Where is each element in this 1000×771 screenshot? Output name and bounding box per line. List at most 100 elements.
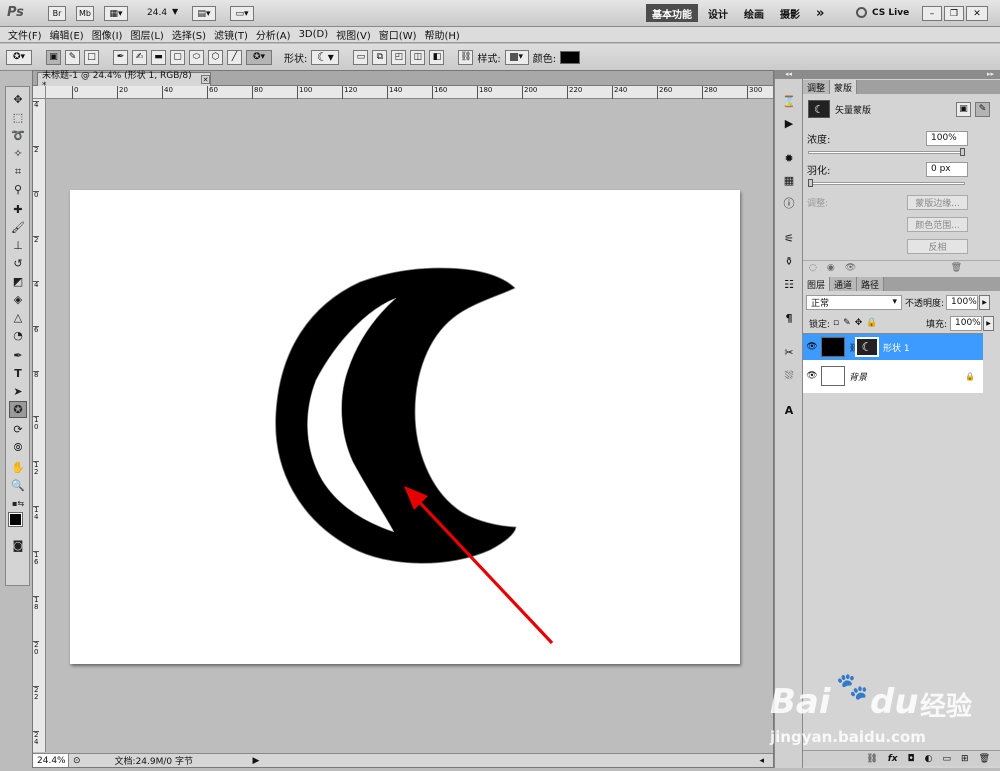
- brush-tool-icon[interactable]: 🖌: [9, 219, 27, 236]
- adjustment-layer-icon[interactable]: ◐: [925, 754, 933, 764]
- feather-slider[interactable]: [808, 182, 965, 185]
- pixel-mask-button[interactable]: ▣: [956, 101, 971, 117]
- marquee-tool-icon[interactable]: ⬚: [9, 109, 27, 126]
- color-swatch[interactable]: [560, 50, 581, 64]
- menu-help[interactable]: 帮助(H): [421, 27, 464, 42]
- menu-file[interactable]: 文件(F): [0, 27, 46, 42]
- minimize-button[interactable]: –: [922, 6, 942, 21]
- layer-style-icon[interactable]: fx: [888, 754, 898, 764]
- restore-button[interactable]: ❐: [944, 6, 964, 21]
- clone-stamp-tool-icon[interactable]: ⊥: [9, 237, 27, 254]
- subtract-shape-area-icon[interactable]: ◰: [391, 49, 407, 65]
- history-brush-tool-icon[interactable]: ↺: [9, 255, 27, 272]
- canvas-area[interactable]: [47, 100, 773, 752]
- blend-mode-select[interactable]: 正常 ▾: [806, 294, 902, 310]
- create-new-shape-layer-icon[interactable]: ▭: [353, 49, 369, 65]
- 3d-rotate-tool-icon[interactable]: ⟳: [9, 421, 27, 438]
- 3d-orbit-tool-icon[interactable]: ⦾: [9, 439, 27, 456]
- fill-pixels-mode-button[interactable]: □: [84, 49, 99, 65]
- eyedropper-tool-icon[interactable]: ⚲: [9, 181, 27, 198]
- tab-paths[interactable]: 路径: [857, 277, 885, 291]
- paths-mode-button[interactable]: ✎: [65, 49, 80, 65]
- quick-mask-icon[interactable]: ◙: [9, 537, 27, 554]
- add-mask-icon[interactable]: ◘: [908, 754, 915, 764]
- delete-layer-icon[interactable]: 🗑: [979, 754, 990, 764]
- new-layer-icon[interactable]: ⊞: [961, 754, 969, 764]
- character-panel-icon[interactable]: A: [780, 402, 798, 419]
- histogram-panel-icon[interactable]: ▦: [780, 172, 798, 189]
- fill-input[interactable]: 100%: [950, 315, 982, 331]
- pen-tool-icon-2[interactable]: ✒: [9, 347, 27, 364]
- info-panel-icon[interactable]: ⓘ: [780, 194, 798, 211]
- menu-filter[interactable]: 滤镜(T): [210, 27, 252, 42]
- apply-mask-icon[interactable]: ◉: [827, 263, 835, 273]
- menu-view[interactable]: 视图(V): [332, 27, 375, 42]
- hand-tool-icon[interactable]: ✋: [9, 459, 27, 476]
- document-canvas[interactable]: [70, 190, 740, 664]
- delete-mask-icon[interactable]: 🗑: [951, 263, 962, 273]
- background-thumb[interactable]: [821, 366, 845, 386]
- status-options-icon[interactable]: ⊙: [73, 756, 81, 766]
- paint-bucket-tool-icon[interactable]: ◈: [9, 291, 27, 308]
- blur-tool-icon[interactable]: △: [9, 309, 27, 326]
- move-tool-icon[interactable]: ✥: [9, 91, 27, 108]
- fill-arrow-icon[interactable]: ▶: [983, 315, 994, 331]
- vector-mask-button[interactable]: ✎: [975, 101, 990, 117]
- style-picker[interactable]: ▾: [504, 49, 529, 65]
- dodge-tool-icon[interactable]: ◔: [9, 327, 27, 344]
- menu-image[interactable]: 图像(I): [88, 27, 127, 42]
- lock-position-icon[interactable]: ✥: [855, 318, 863, 328]
- vector-mask-thumb-layer[interactable]: ☾: [855, 337, 879, 357]
- clone-source-icon[interactable]: ⚱: [780, 253, 798, 270]
- vertical-ruler[interactable]: 4 2 0 2 4 6 8 10 12 14 16 18 20 22 24: [33, 99, 46, 752]
- horizontal-ruler[interactable]: 0 20 40 60 80 100 120 140 160 180 200 220 240 260 280 3…: [46, 86, 773, 99]
- density-slider[interactable]: [808, 151, 965, 154]
- menu-edit[interactable]: 编辑(E): [46, 27, 88, 42]
- tab-adjustments[interactable]: 调整: [803, 80, 831, 94]
- paragraph-panel-icon[interactable]: ¶: [780, 310, 798, 327]
- layer-row-background[interactable]: 👁 背景 🔒: [803, 363, 983, 389]
- collapse-icon[interactable]: ◂◂: [775, 70, 802, 79]
- workspace-painting[interactable]: 绘画: [738, 4, 770, 22]
- menu-analysis[interactable]: 分析(A): [252, 27, 295, 42]
- lasso-tool-icon[interactable]: ➰: [9, 127, 27, 144]
- polygon-icon[interactable]: ⬡: [208, 49, 223, 65]
- menu-3d[interactable]: 3D(D): [295, 29, 333, 40]
- bridge-button[interactable]: Br: [48, 6, 66, 21]
- tool-presets-icon[interactable]: ☷: [780, 276, 798, 293]
- brush-presets-icon[interactable]: ⚟: [780, 230, 798, 247]
- new-group-icon[interactable]: ▭: [943, 754, 952, 764]
- visibility-eye-icon[interactable]: 👁: [845, 263, 856, 273]
- feather-slider-handle[interactable]: [808, 179, 813, 187]
- swap-colors-icon[interactable]: ▪⇆: [9, 495, 27, 512]
- density-slider-handle[interactable]: [960, 148, 965, 156]
- type-tool-icon[interactable]: T: [9, 365, 27, 382]
- lock-transparent-icon[interactable]: ▫: [833, 318, 839, 328]
- crop-tool-icon[interactable]: ⌗: [9, 163, 27, 180]
- zoom-level-select[interactable]: 24.4: [147, 8, 167, 18]
- rectangle-icon[interactable]: ▬: [151, 49, 166, 65]
- feather-input[interactable]: 0 px: [926, 161, 968, 177]
- screen-mode-button[interactable]: ▭▾: [230, 6, 254, 21]
- layer-thumb-fill[interactable]: [821, 337, 845, 357]
- link-icon[interactable]: ⛓: [458, 49, 474, 65]
- menu-select[interactable]: 选择(S): [168, 27, 210, 42]
- ellipse-icon[interactable]: ⬭: [189, 49, 204, 65]
- actions-panel-icon[interactable]: ▶: [780, 115, 798, 132]
- status-menu-arrow-icon[interactable]: ▶: [253, 756, 260, 766]
- menu-layer[interactable]: 图层(L): [126, 27, 167, 42]
- scroll-left-icon[interactable]: ◂: [759, 756, 764, 766]
- menu-window[interactable]: 窗口(W): [375, 27, 421, 42]
- custom-shape-icon[interactable]: ✪▾: [246, 49, 272, 65]
- opacity-input[interactable]: 100%: [946, 294, 979, 310]
- mask-edge-button[interactable]: 蒙版边缘...: [907, 194, 968, 210]
- tab-channels[interactable]: 通道: [830, 277, 858, 291]
- link-layers-icon[interactable]: ⛓: [866, 754, 877, 764]
- shape-layers-mode-button[interactable]: ▣: [46, 49, 61, 65]
- lock-image-icon[interactable]: ✎: [843, 318, 851, 328]
- panel-collapse-bar[interactable]: ▸▸: [803, 70, 1000, 79]
- exclude-overlap-icon[interactable]: ◧: [429, 49, 445, 65]
- history-panel-icon[interactable]: ⌛: [780, 93, 798, 110]
- workspace-design[interactable]: 设计: [702, 4, 734, 22]
- more-workspaces-icon[interactable]: »: [810, 4, 830, 22]
